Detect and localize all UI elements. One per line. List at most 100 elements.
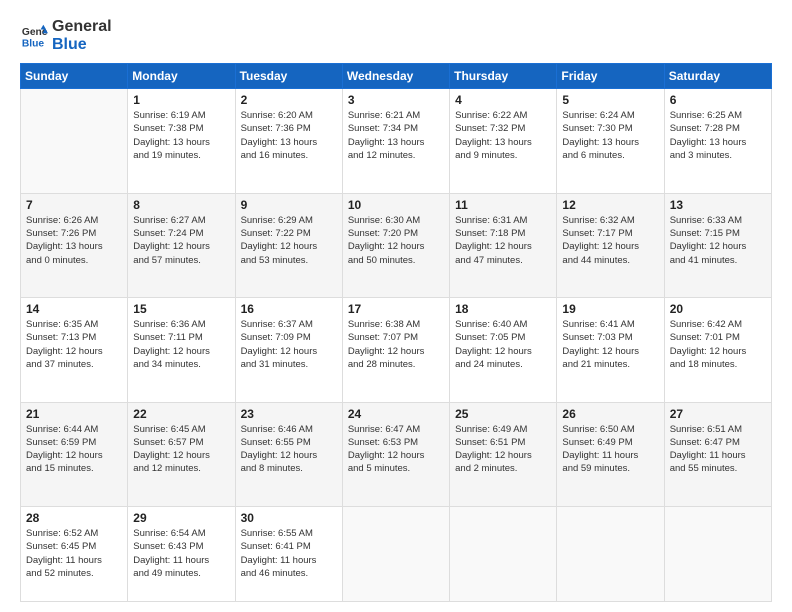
day-number: 30: [241, 511, 337, 525]
weekday-sunday: Sunday: [21, 64, 128, 89]
day-number: 29: [133, 511, 229, 525]
day-cell: [342, 507, 449, 602]
day-cell: 8 Sunrise: 6:27 AM Sunset: 7:24 PM Daylig…: [128, 193, 235, 297]
page: General Blue General Blue SundayMondayTu…: [0, 0, 792, 612]
weekday-friday: Friday: [557, 64, 664, 89]
day-info: Sunrise: 6:21 AM Sunset: 7:34 PM Dayligh…: [348, 109, 444, 162]
day-cell: 28 Sunrise: 6:52 AM Sunset: 6:45 PM Dayli…: [21, 507, 128, 602]
day-number: 22: [133, 407, 229, 421]
day-number: 20: [670, 302, 766, 316]
week-row-4: 21 Sunrise: 6:44 AM Sunset: 6:59 PM Dayli…: [21, 402, 772, 506]
day-number: 26: [562, 407, 658, 421]
day-info: Sunrise: 6:46 AM Sunset: 6:55 PM Dayligh…: [241, 423, 337, 476]
day-cell: 27 Sunrise: 6:51 AM Sunset: 6:47 PM Dayli…: [664, 402, 771, 506]
day-cell: 6Sunrise: 6:25 AM Sunset: 7:28 PM Daylig…: [664, 89, 771, 193]
day-info: Sunrise: 6:19 AM Sunset: 7:38 PM Dayligh…: [133, 109, 229, 162]
day-cell: 12Sunrise: 6:32 AM Sunset: 7:17 PM Dayli…: [557, 193, 664, 297]
day-cell: [450, 507, 557, 602]
day-info: Sunrise: 6:38 AM Sunset: 7:07 PM Dayligh…: [348, 318, 444, 371]
day-info: Sunrise: 6:20 AM Sunset: 7:36 PM Dayligh…: [241, 109, 337, 162]
day-number: 15: [133, 302, 229, 316]
day-info: Sunrise: 6:30 AM Sunset: 7:20 PM Dayligh…: [348, 214, 444, 267]
day-info: Sunrise: 6:33 AM Sunset: 7:15 PM Dayligh…: [670, 214, 766, 267]
day-number: 4: [455, 93, 551, 107]
day-number: 3: [348, 93, 444, 107]
day-number: 13: [670, 198, 766, 212]
calendar-header: SundayMondayTuesdayWednesdayThursdayFrid…: [21, 64, 772, 89]
calendar-table: SundayMondayTuesdayWednesdayThursdayFrid…: [20, 63, 772, 602]
day-number: 27: [670, 407, 766, 421]
day-number: 21: [26, 407, 122, 421]
day-number: 17: [348, 302, 444, 316]
day-number: 7: [26, 198, 122, 212]
day-info: Sunrise: 6:42 AM Sunset: 7:01 PM Dayligh…: [670, 318, 766, 371]
day-info: Sunrise: 6:35 AM Sunset: 7:13 PM Dayligh…: [26, 318, 122, 371]
day-cell: 24Sunrise: 6:47 AM Sunset: 6:53 PM Dayli…: [342, 402, 449, 506]
day-cell: 10 Sunrise: 6:30 AM Sunset: 7:20 PM Dayli…: [342, 193, 449, 297]
day-cell: 23 Sunrise: 6:46 AM Sunset: 6:55 PM Dayli…: [235, 402, 342, 506]
day-info: Sunrise: 6:27 AM Sunset: 7:24 PM Dayligh…: [133, 214, 229, 267]
day-cell: 16Sunrise: 6:37 AM Sunset: 7:09 PM Dayli…: [235, 298, 342, 402]
day-cell: 9Sunrise: 6:29 AM Sunset: 7:22 PM Daylig…: [235, 193, 342, 297]
day-number: 25: [455, 407, 551, 421]
day-info: Sunrise: 6:47 AM Sunset: 6:53 PM Dayligh…: [348, 423, 444, 476]
day-number: 19: [562, 302, 658, 316]
weekday-saturday: Saturday: [664, 64, 771, 89]
day-info: Sunrise: 6:44 AM Sunset: 6:59 PM Dayligh…: [26, 423, 122, 476]
day-cell: [664, 507, 771, 602]
day-number: 2: [241, 93, 337, 107]
day-cell: [21, 89, 128, 193]
day-info: Sunrise: 6:52 AM Sunset: 6:45 PM Dayligh…: [26, 527, 122, 580]
day-cell: 21 Sunrise: 6:44 AM Sunset: 6:59 PM Dayli…: [21, 402, 128, 506]
day-number: 11: [455, 198, 551, 212]
week-row-1: 1 Sunrise: 6:19 AM Sunset: 7:38 PM Daylig…: [21, 89, 772, 193]
day-cell: 3 Sunrise: 6:21 AM Sunset: 7:34 PM Daylig…: [342, 89, 449, 193]
week-row-5: 28 Sunrise: 6:52 AM Sunset: 6:45 PM Dayli…: [21, 507, 772, 602]
day-info: Sunrise: 6:37 AM Sunset: 7:09 PM Dayligh…: [241, 318, 337, 371]
day-cell: 18 Sunrise: 6:40 AM Sunset: 7:05 PM Dayli…: [450, 298, 557, 402]
weekday-tuesday: Tuesday: [235, 64, 342, 89]
day-number: 23: [241, 407, 337, 421]
day-number: 1: [133, 93, 229, 107]
day-cell: 26Sunrise: 6:50 AM Sunset: 6:49 PM Dayli…: [557, 402, 664, 506]
svg-text:Blue: Blue: [22, 38, 45, 49]
week-row-2: 7 Sunrise: 6:26 AM Sunset: 7:26 PM Daylig…: [21, 193, 772, 297]
weekday-wednesday: Wednesday: [342, 64, 449, 89]
day-cell: [557, 507, 664, 602]
day-number: 18: [455, 302, 551, 316]
weekday-thursday: Thursday: [450, 64, 557, 89]
day-info: Sunrise: 6:26 AM Sunset: 7:26 PM Dayligh…: [26, 214, 122, 267]
day-number: 9: [241, 198, 337, 212]
day-info: Sunrise: 6:25 AM Sunset: 7:28 PM Dayligh…: [670, 109, 766, 162]
logo-icon: General Blue: [20, 22, 48, 50]
logo-text-blue: Blue: [52, 36, 112, 54]
day-cell: 29 Sunrise: 6:54 AM Sunset: 6:43 PM Dayli…: [128, 507, 235, 602]
weekday-header-row: SundayMondayTuesdayWednesdayThursdayFrid…: [21, 64, 772, 89]
day-cell: 22Sunrise: 6:45 AM Sunset: 6:57 PM Dayli…: [128, 402, 235, 506]
day-cell: 1 Sunrise: 6:19 AM Sunset: 7:38 PM Daylig…: [128, 89, 235, 193]
day-cell: 20 Sunrise: 6:42 AM Sunset: 7:01 PM Dayli…: [664, 298, 771, 402]
day-cell: 15Sunrise: 6:36 AM Sunset: 7:11 PM Dayli…: [128, 298, 235, 402]
week-row-3: 14Sunrise: 6:35 AM Sunset: 7:13 PM Dayli…: [21, 298, 772, 402]
calendar-body: 1 Sunrise: 6:19 AM Sunset: 7:38 PM Daylig…: [21, 89, 772, 602]
day-number: 28: [26, 511, 122, 525]
day-info: Sunrise: 6:24 AM Sunset: 7:30 PM Dayligh…: [562, 109, 658, 162]
day-cell: 30Sunrise: 6:55 AM Sunset: 6:41 PM Dayli…: [235, 507, 342, 602]
day-info: Sunrise: 6:49 AM Sunset: 6:51 PM Dayligh…: [455, 423, 551, 476]
day-info: Sunrise: 6:54 AM Sunset: 6:43 PM Dayligh…: [133, 527, 229, 580]
day-cell: 14Sunrise: 6:35 AM Sunset: 7:13 PM Dayli…: [21, 298, 128, 402]
day-cell: 4 Sunrise: 6:22 AM Sunset: 7:32 PM Daylig…: [450, 89, 557, 193]
day-cell: 17 Sunrise: 6:38 AM Sunset: 7:07 PM Dayli…: [342, 298, 449, 402]
weekday-monday: Monday: [128, 64, 235, 89]
day-info: Sunrise: 6:32 AM Sunset: 7:17 PM Dayligh…: [562, 214, 658, 267]
day-number: 8: [133, 198, 229, 212]
day-cell: 2 Sunrise: 6:20 AM Sunset: 7:36 PM Daylig…: [235, 89, 342, 193]
header: General Blue General Blue: [20, 18, 772, 53]
day-info: Sunrise: 6:51 AM Sunset: 6:47 PM Dayligh…: [670, 423, 766, 476]
day-cell: 5Sunrise: 6:24 AM Sunset: 7:30 PM Daylig…: [557, 89, 664, 193]
day-cell: 7 Sunrise: 6:26 AM Sunset: 7:26 PM Daylig…: [21, 193, 128, 297]
day-info: Sunrise: 6:22 AM Sunset: 7:32 PM Dayligh…: [455, 109, 551, 162]
day-number: 10: [348, 198, 444, 212]
day-info: Sunrise: 6:31 AM Sunset: 7:18 PM Dayligh…: [455, 214, 551, 267]
day-info: Sunrise: 6:40 AM Sunset: 7:05 PM Dayligh…: [455, 318, 551, 371]
